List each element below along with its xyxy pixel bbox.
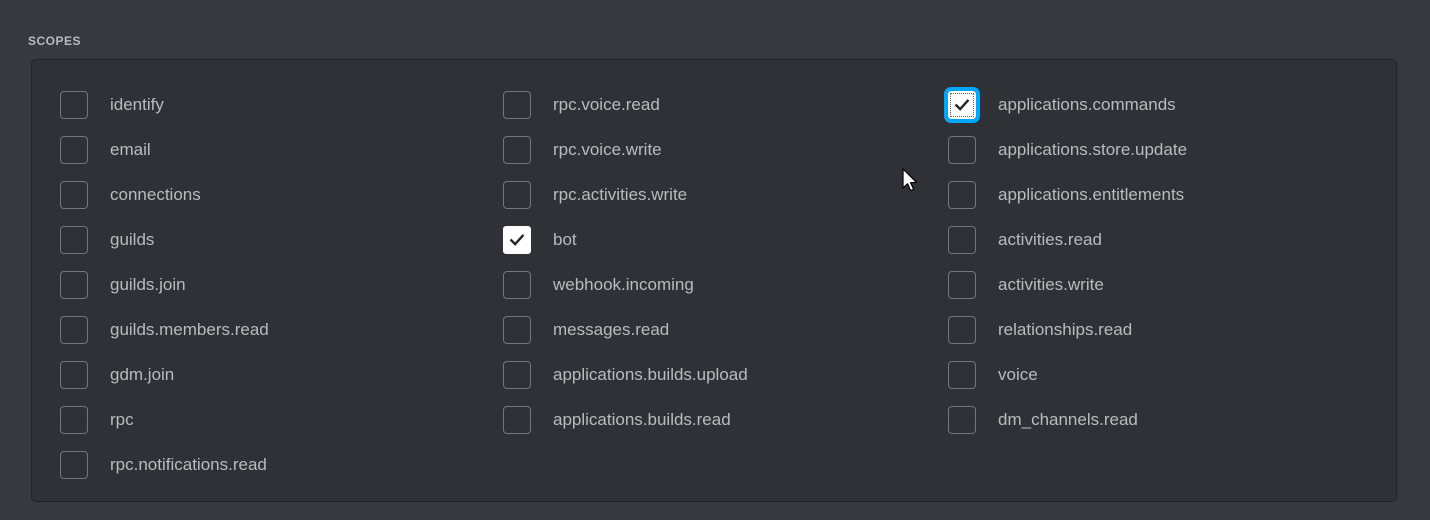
scope-option-label: rpc.voice.write: [553, 140, 662, 159]
checkbox-unchecked[interactable]: [948, 316, 976, 344]
scope-option-label: activities.read: [998, 230, 1102, 249]
scopes-column-2: rpc.voice.read rpc.voice.write rpc.activit…: [503, 60, 923, 501]
scope-option[interactable]: rpc: [60, 405, 134, 435]
scope-option-label: email: [110, 140, 151, 159]
checkbox-checked[interactable]: [944, 87, 980, 123]
scope-option[interactable]: applications.builds.upload: [503, 360, 748, 390]
scope-option-label: bot: [553, 230, 577, 249]
scope-option[interactable]: connections: [60, 180, 201, 210]
checkbox-unchecked[interactable]: [503, 91, 531, 119]
checkbox-unchecked[interactable]: [60, 181, 88, 209]
checkbox-unchecked[interactable]: [60, 406, 88, 434]
scope-option[interactable]: dm_channels.read: [948, 405, 1138, 435]
scope-option[interactable]: rpc.voice.write: [503, 135, 662, 165]
scope-option-label: messages.read: [553, 320, 670, 339]
scope-option[interactable]: rpc.activities.write: [503, 180, 687, 210]
scope-option[interactable]: activities.read: [948, 225, 1102, 255]
scopes-section: SCOPES identify email connections guilds gui…: [0, 0, 1430, 520]
scope-option-label: voice: [998, 365, 1038, 384]
scope-option[interactable]: voice: [948, 360, 1038, 390]
checkbox-unchecked[interactable]: [503, 316, 531, 344]
checkbox-unchecked[interactable]: [948, 226, 976, 254]
scopes-section-title: SCOPES: [28, 34, 82, 48]
scope-option[interactable]: activities.write: [948, 270, 1104, 300]
checkbox-unchecked[interactable]: [60, 451, 88, 479]
scope-option-label: webhook.incoming: [553, 275, 694, 294]
scope-option-label: applications.entitlements: [998, 185, 1185, 204]
checkbox-unchecked[interactable]: [948, 361, 976, 389]
scopes-column-3: applications.commands applications.store.…: [944, 60, 1388, 501]
scope-option[interactable]: guilds.members.read: [60, 315, 269, 345]
scope-option-label: rpc.voice.read: [553, 95, 660, 114]
scope-option[interactable]: bot: [503, 225, 577, 255]
scope-option-label: relationships.read: [998, 320, 1133, 339]
scope-option[interactable]: applications.builds.read: [503, 405, 731, 435]
scope-option-label: applications.builds.read: [553, 410, 731, 429]
scope-option[interactable]: rpc.notifications.read: [60, 450, 267, 480]
checkbox-unchecked[interactable]: [503, 136, 531, 164]
scope-option-label: rpc: [110, 410, 134, 429]
scopes-panel: identify email connections guilds guilds.joi…: [31, 59, 1397, 502]
checkbox-unchecked[interactable]: [948, 271, 976, 299]
checkbox-unchecked[interactable]: [60, 136, 88, 164]
checkbox-unchecked[interactable]: [948, 406, 976, 434]
checkbox-unchecked[interactable]: [503, 406, 531, 434]
scope-option-label: gdm.join: [110, 365, 175, 384]
scopes-column-grid: identify email connections guilds guilds.joi…: [32, 60, 1396, 501]
checkbox-unchecked[interactable]: [60, 226, 88, 254]
checkbox-unchecked[interactable]: [948, 136, 976, 164]
scopes-column-1: identify email connections guilds guilds.joi…: [60, 60, 480, 501]
scope-option-label: identify: [110, 95, 164, 114]
checkbox-unchecked[interactable]: [503, 361, 531, 389]
scope-option-label: guilds: [110, 230, 155, 249]
scope-option-label: connections: [110, 185, 201, 204]
scope-option[interactable]: messages.read: [503, 315, 669, 345]
scope-option[interactable]: guilds.join: [60, 270, 186, 300]
scope-option[interactable]: applications.commands: [944, 87, 1176, 123]
checkbox-unchecked[interactable]: [60, 316, 88, 344]
scope-option[interactable]: gdm.join: [60, 360, 174, 390]
checkbox-unchecked[interactable]: [60, 91, 88, 119]
scope-option-label: applications.commands: [998, 95, 1176, 114]
checkbox-unchecked[interactable]: [60, 271, 88, 299]
scope-option[interactable]: applications.entitlements: [948, 180, 1184, 210]
checkbox-checked[interactable]: [503, 226, 531, 254]
scope-option-label: rpc.activities.write: [553, 185, 688, 204]
scope-option[interactable]: email: [60, 135, 151, 165]
scope-option[interactable]: identify: [60, 90, 164, 120]
scope-option-label: guilds.members.read: [110, 320, 269, 339]
checkbox-unchecked[interactable]: [503, 181, 531, 209]
scope-option[interactable]: applications.store.update: [948, 135, 1187, 165]
scope-option[interactable]: webhook.incoming: [503, 270, 694, 300]
checkbox-unchecked[interactable]: [948, 181, 976, 209]
scope-option[interactable]: relationships.read: [948, 315, 1132, 345]
scope-option[interactable]: rpc.voice.read: [503, 90, 660, 120]
scope-option-label: applications.store.update: [998, 140, 1188, 159]
scope-option-label: rpc.notifications.read: [110, 455, 267, 474]
scope-option-label: dm_channels.read: [998, 410, 1138, 429]
scope-option-label: applications.builds.upload: [553, 365, 748, 384]
scope-option-label: guilds.join: [110, 275, 186, 294]
scope-option-label: activities.write: [998, 275, 1104, 294]
checkbox-unchecked[interactable]: [503, 271, 531, 299]
checkbox-unchecked[interactable]: [60, 361, 88, 389]
scope-option[interactable]: guilds: [60, 225, 154, 255]
